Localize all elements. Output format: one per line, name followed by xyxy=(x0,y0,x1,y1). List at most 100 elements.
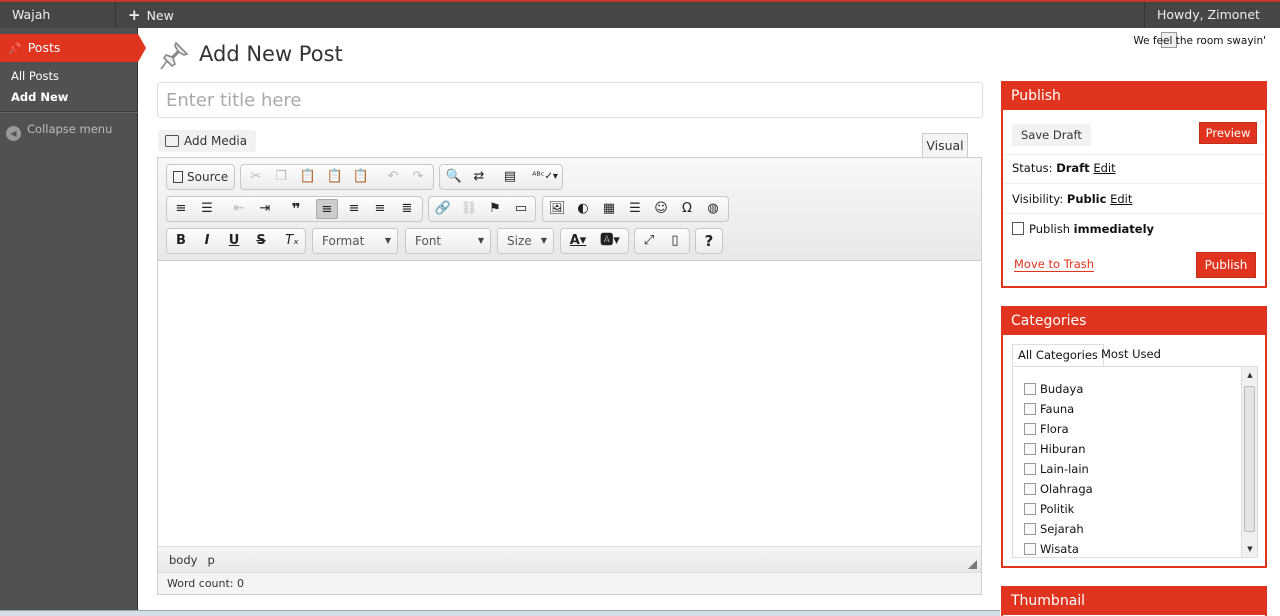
checkbox[interactable] xyxy=(1024,423,1036,435)
scrollbar-thumb[interactable] xyxy=(1244,386,1255,532)
publish-button[interactable]: Publish xyxy=(1196,252,1256,278)
bulleted-list-icon[interactable]: ☰ xyxy=(196,199,218,219)
checkbox[interactable] xyxy=(1024,483,1036,495)
collapse-label: Collapse menu xyxy=(27,122,113,136)
read-more-icon[interactable]: ▭ xyxy=(510,199,532,219)
editor-content-area[interactable] xyxy=(158,261,981,545)
paste-word-icon[interactable]: 📋 xyxy=(350,167,372,187)
font-dropdown[interactable]: Font ▼ xyxy=(405,228,491,254)
checkbox[interactable] xyxy=(1024,383,1036,395)
source-button[interactable]: Source xyxy=(170,167,228,187)
special-char-icon[interactable]: Ω xyxy=(676,199,698,219)
format-dropdown[interactable]: Format ▼ xyxy=(312,228,398,254)
link-icon[interactable]: 🔗 xyxy=(432,199,454,219)
checkbox[interactable] xyxy=(1024,403,1036,415)
paste-icon[interactable]: 📋 xyxy=(297,167,319,187)
copy-icon[interactable]: ❐ xyxy=(270,167,292,187)
background-color-icon[interactable]: 🅰▾ xyxy=(596,231,624,251)
iframe-icon[interactable]: ◍ xyxy=(702,199,724,219)
chevron-down-icon: ▼ xyxy=(384,236,391,245)
smiley-icon[interactable]: ☺ xyxy=(650,199,672,219)
checkbox[interactable] xyxy=(1024,543,1036,555)
save-draft-button[interactable]: Save Draft xyxy=(1012,124,1091,146)
publish-time-label: Publish xyxy=(1029,222,1070,236)
align-left-icon[interactable]: ≡ xyxy=(316,199,338,219)
anchor-icon[interactable]: ⚑ xyxy=(484,199,506,219)
maximize-icon[interactable]: ⤢ xyxy=(638,231,660,251)
redo-icon[interactable]: ↷ xyxy=(407,167,429,187)
user-account-link[interactable]: Howdy, Zimonet xyxy=(1144,2,1280,48)
thumbnail-box-header[interactable]: Thumbnail xyxy=(1003,588,1265,615)
publish-box-header[interactable]: Publish xyxy=(1003,83,1265,110)
resize-handle[interactable] xyxy=(968,560,977,569)
align-right-icon[interactable]: ≡ xyxy=(369,199,391,219)
menu-item-posts[interactable]: 📌 Posts xyxy=(0,34,146,62)
spellcheck-icon[interactable]: ᴬᴮᶜ✓▾ xyxy=(530,167,560,187)
remove-format-icon[interactable]: Tₓ xyxy=(281,231,303,251)
category-scrollbar[interactable]: ▲ ▼ xyxy=(1241,367,1257,557)
horizontal-line-icon[interactable]: ☰ xyxy=(624,199,646,219)
help-icon[interactable]: ? xyxy=(698,231,720,251)
flash-icon[interactable]: ◐ xyxy=(572,199,594,219)
increase-indent-icon[interactable]: ⇥ xyxy=(254,199,276,219)
tab-visual[interactable]: Visual xyxy=(922,133,968,158)
blockquote-icon[interactable]: ❞ xyxy=(285,199,307,219)
checkbox[interactable] xyxy=(1024,503,1036,515)
category-item[interactable]: Flora xyxy=(1024,422,1069,436)
paste-text-icon[interactable]: 📋 xyxy=(324,167,346,187)
new-label: New xyxy=(146,8,174,23)
submenu-add-new[interactable]: Add New xyxy=(11,90,68,104)
new-content-link[interactable]: + New xyxy=(128,2,174,28)
preview-button[interactable]: Preview xyxy=(1199,122,1257,144)
post-title-input[interactable] xyxy=(157,82,983,118)
find-icon[interactable]: 🔍 xyxy=(443,167,465,187)
align-center-icon[interactable]: ≡ xyxy=(343,199,365,219)
category-item[interactable]: Politik xyxy=(1024,502,1074,516)
add-media-button[interactable]: Add Media xyxy=(158,130,257,152)
categories-box-header[interactable]: Categories xyxy=(1003,308,1265,335)
scroll-up-icon[interactable]: ▲ xyxy=(1242,371,1257,379)
editor-toolbar: Source ✂ ❐ 📋 📋 📋 ↶ ↷ 🔍 ⇄ ▤ ᴬᴮᶜ✓▾ ≡ ☰ ⇤ ⇥… xyxy=(158,158,981,261)
size-dropdown[interactable]: Size ▼ xyxy=(497,228,554,254)
visibility-value: Public xyxy=(1066,192,1107,206)
category-item[interactable]: Olahraga xyxy=(1024,482,1093,496)
unlink-icon[interactable]: ⛓ xyxy=(458,199,480,219)
collapse-menu-button[interactable]: ◀ Collapse menu xyxy=(6,122,112,141)
category-item[interactable]: Lain-lain xyxy=(1024,462,1089,476)
move-to-trash-link[interactable]: Move to Trash xyxy=(1014,257,1095,272)
replace-icon[interactable]: ⇄ xyxy=(468,167,490,187)
strikethrough-icon[interactable]: S xyxy=(250,231,272,251)
tab-all-categories[interactable]: All Categories xyxy=(1012,344,1104,366)
checkbox[interactable] xyxy=(1024,463,1036,475)
scroll-down-icon[interactable]: ▼ xyxy=(1242,545,1257,553)
table-icon[interactable]: ▦ xyxy=(598,199,620,219)
checkbox[interactable] xyxy=(1024,443,1036,455)
text-color-icon[interactable]: A▾ xyxy=(564,231,592,251)
numbered-list-icon[interactable]: ≡ xyxy=(170,199,192,219)
image-icon[interactable]: 🖼 xyxy=(546,199,568,219)
select-all-icon[interactable]: ▤ xyxy=(499,167,521,187)
decrease-indent-icon[interactable]: ⇤ xyxy=(228,199,250,219)
cut-icon[interactable]: ✂ xyxy=(245,167,267,187)
category-item[interactable]: Wisata xyxy=(1024,542,1079,556)
submenu-all-posts[interactable]: All Posts xyxy=(11,69,59,83)
bold-icon[interactable]: B xyxy=(170,231,192,251)
visibility-row: Visibility: Public Edit xyxy=(1003,183,1265,213)
underline-icon[interactable]: U xyxy=(223,231,245,251)
site-name-link[interactable]: Wajah Indonesia xyxy=(0,2,116,48)
category-item[interactable]: Sejarah xyxy=(1024,522,1084,536)
tab-most-used[interactable]: Most Used xyxy=(1096,344,1166,366)
checkbox[interactable] xyxy=(1024,523,1036,535)
italic-icon[interactable]: I xyxy=(196,231,218,251)
undo-icon[interactable]: ↶ xyxy=(382,167,404,187)
path-item-body[interactable]: body xyxy=(169,553,197,567)
category-item[interactable]: Hiburan xyxy=(1024,442,1086,456)
path-item-p[interactable]: p xyxy=(207,553,214,567)
category-item[interactable]: Fauna xyxy=(1024,402,1074,416)
show-blocks-icon[interactable]: ▯ xyxy=(664,231,686,251)
category-item[interactable]: Budaya xyxy=(1024,382,1083,396)
edit-visibility-link[interactable]: Edit xyxy=(1110,192,1132,206)
edit-status-link[interactable]: Edit xyxy=(1093,161,1115,175)
category-label: Hiburan xyxy=(1040,442,1086,456)
align-justify-icon[interactable]: ≣ xyxy=(396,199,418,219)
